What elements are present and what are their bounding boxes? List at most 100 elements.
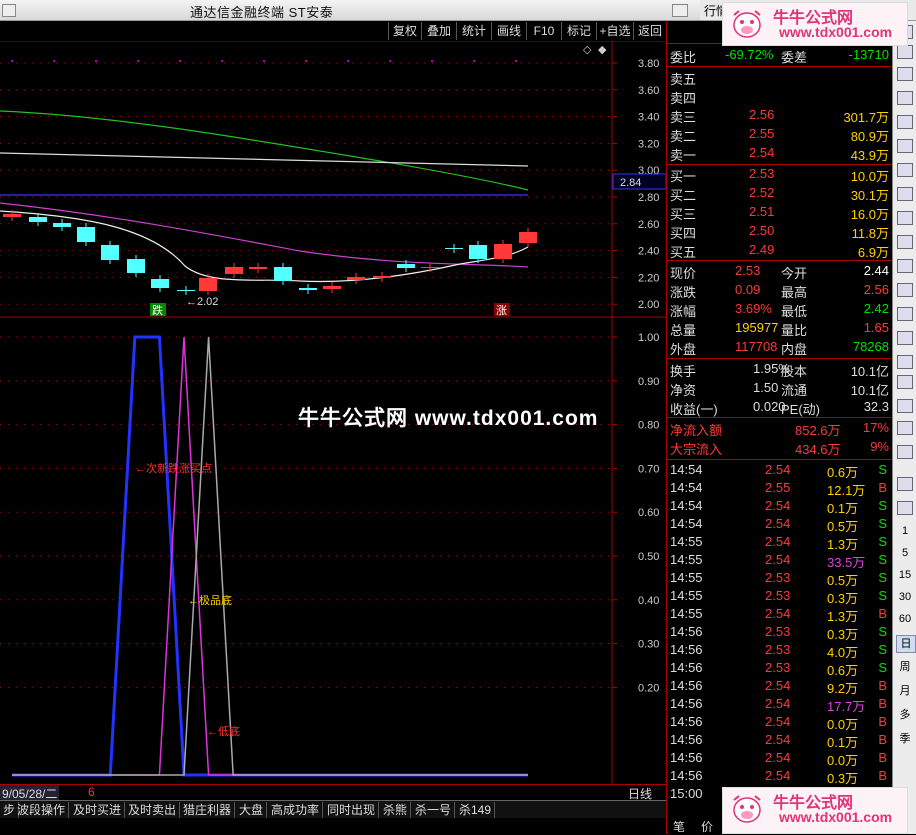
stat-value: 2.53 xyxy=(735,263,761,278)
tab-formula-3[interactable]: 及时卖出 xyxy=(125,802,181,818)
rsi-icon[interactable] xyxy=(897,375,913,389)
move-icon[interactable] xyxy=(897,421,913,435)
btn-back[interactable]: 返回 xyxy=(633,22,666,40)
price-tick-label: 2.20 xyxy=(638,272,659,284)
tool-icon-14[interactable] xyxy=(897,331,913,345)
period-multi[interactable]: 多 xyxy=(896,707,914,723)
tool-icon-7[interactable] xyxy=(897,163,913,177)
tab-formula-1[interactable]: 波段操作 xyxy=(14,802,70,818)
ma-white-short-line xyxy=(0,210,529,283)
btn-draw[interactable]: 画线 xyxy=(491,22,526,40)
candle-body xyxy=(373,276,391,278)
tick-side: S xyxy=(878,552,887,567)
period-15[interactable]: 15 xyxy=(896,567,914,583)
tab-formula-7[interactable]: 同时出现 xyxy=(324,802,380,818)
stat2-value2: 10.1亿 xyxy=(850,364,889,379)
tick-volume: 0.3万 xyxy=(827,627,859,642)
btn-overlay[interactable]: 叠加 xyxy=(421,22,456,40)
sell-label: 卖一 xyxy=(670,148,697,163)
tool-icon-10[interactable] xyxy=(897,235,913,249)
tick-side: B xyxy=(878,750,887,765)
f5-icon[interactable] xyxy=(897,477,913,491)
stat2-value2: 32.3 xyxy=(863,399,889,414)
tool-icon-4[interactable] xyxy=(897,91,913,105)
btn-mark[interactable]: 标记 xyxy=(561,22,596,40)
tick-row: 14:55 2.53 0.5万 S xyxy=(667,570,891,588)
indicator-tick-label: 0.60 xyxy=(638,507,659,519)
tick-time: 14:55 xyxy=(670,588,703,603)
up-marker: 涨 xyxy=(496,304,507,317)
buy-price: 2.52 xyxy=(749,185,775,200)
stat-row: 涨幅 3.69% 最低 2.42 xyxy=(667,301,891,319)
tool-icon-2[interactable] xyxy=(897,45,913,59)
period-week[interactable]: 周 xyxy=(896,659,914,675)
tab-formula-6[interactable]: 高成功率 xyxy=(268,802,324,818)
signal-dot xyxy=(515,60,517,62)
tick-volume: 33.5万 xyxy=(827,555,866,570)
tick-row: 14:56 2.54 0.3万 B xyxy=(667,768,891,786)
indicator-panel: 1.00 0.90 0.80 0.70 0.60 0.50 0.40 0.30 0.20 ←次新… xyxy=(0,319,659,785)
sell-row: 卖五 xyxy=(667,69,891,87)
stat-label2: 内盘 xyxy=(781,342,808,357)
tick-volume: 0.1万 xyxy=(827,501,859,516)
stat2-label: 净资 xyxy=(670,383,697,398)
minimize-icon[interactable] xyxy=(672,4,688,17)
tool-icon-5[interactable] xyxy=(897,115,913,129)
tick-side: S xyxy=(878,570,887,585)
tool-icon-17[interactable] xyxy=(897,399,913,413)
buy-label: 买五 xyxy=(670,245,697,260)
bottom-scroll-area[interactable] xyxy=(0,818,666,834)
separator xyxy=(667,164,891,165)
period-season[interactable]: 季 xyxy=(896,731,914,747)
tab-formula-10[interactable]: 杀149 xyxy=(456,802,496,818)
tick-volume: 12.1万 xyxy=(827,483,866,498)
tool-icon-13[interactable] xyxy=(897,307,913,321)
tab-formula-2[interactable]: 及时买进 xyxy=(70,802,126,818)
tab-formula-9[interactable]: 杀一号 xyxy=(412,802,456,818)
period-5[interactable]: 5 xyxy=(896,545,914,561)
tool-icon-19[interactable] xyxy=(897,445,913,459)
tick-side: B xyxy=(878,480,887,495)
period-1[interactable]: 1 xyxy=(896,523,914,539)
btn-add-watchlist[interactable]: +自选 xyxy=(596,22,633,40)
refresh-icon[interactable] xyxy=(897,501,913,515)
tick-volume: 0.0万 xyxy=(827,717,859,732)
tick-time: 15:00 xyxy=(670,786,703,801)
btn-f10[interactable]: F10 xyxy=(526,22,561,40)
indicator-tick-label: 0.30 xyxy=(638,639,659,651)
buy-volume: 16.0万 xyxy=(850,207,889,222)
signal-dot xyxy=(11,60,13,62)
tool-icon-8[interactable] xyxy=(897,187,913,201)
period-30[interactable]: 30 xyxy=(896,589,914,605)
tool-icon-11[interactable] xyxy=(897,259,913,273)
tick-time: 14:55 xyxy=(670,570,703,585)
indicator-tick-label: 0.20 xyxy=(638,682,659,694)
buy-price: 2.53 xyxy=(749,166,775,181)
separator xyxy=(667,260,891,261)
tool-icon-3[interactable] xyxy=(897,67,913,81)
btn-stats[interactable]: 统计 xyxy=(456,22,491,40)
stat-label2: 量比 xyxy=(781,323,808,338)
tool-icon-12[interactable] xyxy=(897,283,913,297)
diamond-icon: ◇ xyxy=(583,44,592,56)
tool-icon-9[interactable] xyxy=(897,211,913,225)
tab-tick[interactable]: 笔 xyxy=(673,818,685,835)
tool-icon-6[interactable] xyxy=(897,139,913,153)
period-60[interactable]: 60 xyxy=(896,611,914,627)
tab-formula-8[interactable]: 杀熊 xyxy=(380,802,412,818)
tab-price[interactable]: 价 xyxy=(701,818,713,835)
flow-label: 净流入额 xyxy=(670,423,723,438)
tick-time: 14:56 xyxy=(670,678,703,693)
candle-body xyxy=(225,267,243,274)
separator xyxy=(667,459,891,460)
period-day[interactable]: 日 xyxy=(896,635,916,653)
btn-restore-rights[interactable]: 复权 xyxy=(388,22,421,40)
tab-formula-4[interactable]: 猎庄利器 xyxy=(180,802,236,818)
tool-icon-15[interactable] xyxy=(897,355,913,369)
period-month[interactable]: 月 xyxy=(896,683,914,699)
buy-label: 买一 xyxy=(670,169,697,184)
diamond-filled-icon: ◆ xyxy=(598,44,607,56)
tick-side: B xyxy=(878,768,887,783)
tab-formula-5[interactable]: 大盘 xyxy=(236,802,268,818)
tick-price: 2.54 xyxy=(765,498,791,513)
